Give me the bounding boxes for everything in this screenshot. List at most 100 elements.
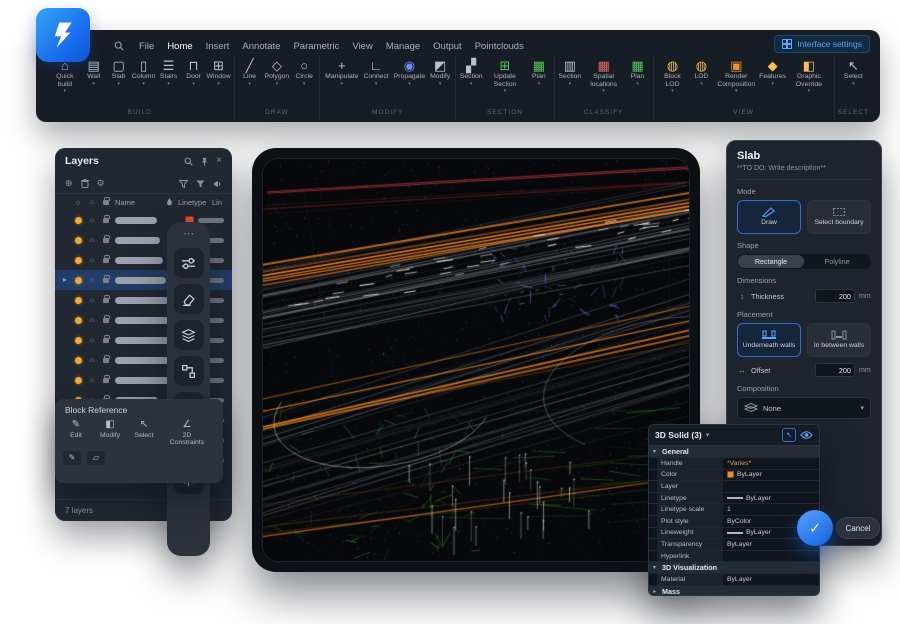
composition-dropdown[interactable]: None ▾ <box>737 397 871 419</box>
nodes-button[interactable] <box>174 356 204 386</box>
shape-polyline-option[interactable]: Polyline <box>804 255 870 268</box>
layer-on-off-bulb[interactable] <box>73 277 83 284</box>
lock-icon[interactable] <box>101 278 111 283</box>
tool-column[interactable]: ▯Column▾ <box>132 57 156 88</box>
property-value[interactable]: *Varies* <box>723 458 819 469</box>
announce-icon[interactable] <box>213 180 222 188</box>
chevron-down-icon[interactable]: ▾ <box>706 431 710 439</box>
placement-underneath-walls-button[interactable]: Underneath walls <box>737 323 801 357</box>
tool-section[interactable]: ▥Section▾ <box>558 57 582 88</box>
tool-lod[interactable]: ◍LOD▾ <box>689 57 713 88</box>
property-row-linetype-scale[interactable]: Linetype scale1 <box>649 504 819 516</box>
freeze-sun-icon[interactable]: ☼ <box>87 236 97 244</box>
blockref-tab-edit[interactable]: ✎Edit <box>63 419 89 439</box>
blockref-tab-select[interactable]: ↖Select <box>131 419 157 439</box>
tool-select[interactable]: ↖Select▾ <box>841 57 865 88</box>
delete-layer-icon[interactable] <box>81 179 89 188</box>
tool-render-composition[interactable]: ▣Render Composition▾ <box>714 57 758 95</box>
tool-line[interactable]: ╱Line▾ <box>238 57 262 88</box>
lock-icon[interactable] <box>101 318 111 323</box>
layer-on-off-bulb[interactable] <box>73 377 83 384</box>
offset-input[interactable] <box>815 363 855 377</box>
property-row-transparency[interactable]: TransparencyByLayer <box>649 539 819 551</box>
tool-update-section[interactable]: ⊞Update Section▾ <box>484 57 526 95</box>
tool-window[interactable]: ⊞Window▾ <box>207 57 231 88</box>
placement-in-between-walls-button[interactable]: In between walls <box>807 323 871 357</box>
tool-spatial-locations[interactable]: ▦Spatial locations▾ <box>583 57 625 95</box>
eraser-button[interactable] <box>174 284 204 314</box>
property-section-general[interactable]: ▾General <box>649 446 819 458</box>
lock-icon[interactable] <box>101 258 111 263</box>
property-row-linetype[interactable]: LinetypeByLayer <box>649 493 819 505</box>
freeze-sun-icon[interactable]: ☼ <box>87 356 97 364</box>
freeze-sun-icon[interactable]: ☼ <box>87 336 97 344</box>
select-entities-button[interactable]: ↖ <box>782 428 796 442</box>
more-icon[interactable]: ⋯ <box>167 228 210 242</box>
polyline-icon[interactable]: ▱ <box>87 451 105 465</box>
lock-icon[interactable] <box>101 338 111 343</box>
name-column-label[interactable]: Name <box>115 198 160 207</box>
property-row-layer[interactable]: Layer <box>649 481 819 493</box>
tool-features[interactable]: ◆Features▾ <box>759 57 786 88</box>
tool-door[interactable]: ⊓Door▾ <box>182 57 206 88</box>
search-icon[interactable] <box>114 41 124 51</box>
lock-icon[interactable] <box>101 358 111 363</box>
linetype-column-label[interactable]: Linetype <box>178 198 208 207</box>
menu-item-home[interactable]: Home <box>167 41 192 52</box>
tool-circle[interactable]: ○Circle▾ <box>292 57 316 88</box>
lock-icon[interactable] <box>101 378 111 383</box>
property-value[interactable]: ByLayer <box>723 574 819 585</box>
tool-manipulate[interactable]: +Manipulate▾ <box>323 57 360 88</box>
thickness-input[interactable] <box>815 289 855 303</box>
lock-icon[interactable] <box>101 298 111 303</box>
tool-connect[interactable]: ∟Connect▾ <box>361 57 390 88</box>
search-icon[interactable] <box>184 157 193 166</box>
property-row-handle[interactable]: Handle*Varies* <box>649 458 819 470</box>
tool-wall[interactable]: ▤Wall▾ <box>82 57 106 88</box>
menu-item-pointclouds[interactable]: Pointclouds <box>475 41 524 52</box>
layers-button[interactable] <box>174 320 204 350</box>
ok-button[interactable]: ✓ <box>797 510 833 546</box>
layer-on-off-bulb[interactable] <box>73 297 83 304</box>
tool-quick-build[interactable]: ⌂Quick build▾ <box>49 57 81 95</box>
menu-item-view[interactable]: View <box>352 41 372 52</box>
visibility-eye-button[interactable] <box>800 430 813 440</box>
close-icon[interactable]: × <box>216 156 222 166</box>
tool-graphic-override[interactable]: ◧Graphic Override▾ <box>787 57 831 95</box>
property-row-color[interactable]: ColorByLayer <box>649 470 819 482</box>
layer-on-off-bulb[interactable] <box>73 217 83 224</box>
layer-on-off-bulb[interactable] <box>73 237 83 244</box>
property-value[interactable]: ByLayer <box>723 470 819 481</box>
lock-icon[interactable] <box>101 218 111 223</box>
tool-propagate[interactable]: ◉Propagate▾ <box>392 57 427 88</box>
freeze-sun-icon[interactable]: ☼ <box>87 276 97 284</box>
layer-on-off-bulb[interactable] <box>73 357 83 364</box>
property-value[interactable]: ByLayer <box>723 493 819 504</box>
property-section-3d-visualization[interactable]: ▾3D Visualization <box>649 562 819 574</box>
mode-select-boundary-button[interactable]: Select boundary <box>807 200 871 234</box>
menu-item-output[interactable]: Output <box>433 41 462 52</box>
gear-icon[interactable]: ⚙ <box>97 179 105 188</box>
freeze-sun-icon[interactable]: ☼ <box>87 256 97 264</box>
menu-item-manage[interactable]: Manage <box>386 41 420 52</box>
filter-icon[interactable] <box>179 180 188 188</box>
model-viewport[interactable] <box>262 158 690 562</box>
linetype2-column-label[interactable]: Lin <box>212 198 224 207</box>
tool-polygon[interactable]: ◇Polygon▾ <box>263 57 292 88</box>
filter-settings-icon[interactable] <box>196 180 205 188</box>
property-row-plot-style[interactable]: Plot styleByColor <box>649 516 819 528</box>
mode-draw-button[interactable]: Draw <box>737 200 801 234</box>
property-row-hyperlink[interactable]: Hyperlink <box>649 551 819 563</box>
property-section-mass[interactable]: ▸Mass <box>649 586 819 596</box>
property-value[interactable] <box>723 551 819 562</box>
blockref-tab-2d-constraints[interactable]: ∠2D Constraints <box>165 419 209 447</box>
pencil-icon[interactable]: ✎ <box>63 451 81 465</box>
freeze-sun-icon[interactable]: ☼ <box>87 376 97 384</box>
tool-block-lod[interactable]: ◍Block LOD▾ <box>657 57 689 95</box>
adjust-button[interactable] <box>174 248 204 278</box>
lock-icon[interactable] <box>101 238 111 243</box>
freeze-sun-icon[interactable]: ☼ <box>87 296 97 304</box>
tool-section[interactable]: ▞Section▾ <box>459 57 483 88</box>
menu-item-parametric[interactable]: Parametric <box>293 41 339 52</box>
property-row-lineweight[interactable]: LineweightByLayer <box>649 528 819 540</box>
